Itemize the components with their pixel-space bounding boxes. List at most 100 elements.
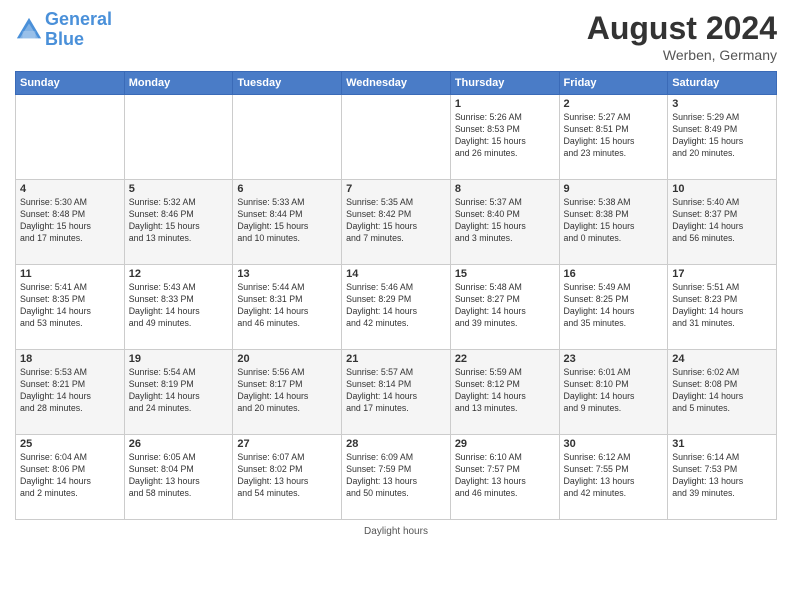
day-header-thursday: Thursday: [450, 72, 559, 95]
day-cell: 28 Sunrise: 6:09 AM Sunset: 7:59 PM Dayli…: [342, 435, 451, 520]
day-cell: 29 Sunrise: 6:10 AM Sunset: 7:57 PM Dayli…: [450, 435, 559, 520]
day-cell: 23 Sunrise: 6:01 AM Sunset: 8:10 PM Dayli…: [559, 350, 668, 435]
page: General Blue August 2024 Werben, Germany…: [0, 0, 792, 612]
day-header-monday: Monday: [124, 72, 233, 95]
day-number: 12: [129, 268, 229, 280]
day-info: Sunrise: 5:32 AM Sunset: 8:46 PM Dayligh…: [129, 197, 229, 245]
day-number: 29: [455, 438, 555, 450]
day-info: Sunrise: 5:48 AM Sunset: 8:27 PM Dayligh…: [455, 282, 555, 330]
day-number: 18: [20, 353, 120, 365]
day-info: Sunrise: 5:51 AM Sunset: 8:23 PM Dayligh…: [672, 282, 772, 330]
day-cell: 1 Sunrise: 5:26 AM Sunset: 8:53 PM Daylig…: [450, 95, 559, 180]
location: Werben, Germany: [587, 47, 777, 63]
day-info: Sunrise: 5:57 AM Sunset: 8:14 PM Dayligh…: [346, 367, 446, 415]
day-info: Sunrise: 6:01 AM Sunset: 8:10 PM Dayligh…: [564, 367, 664, 415]
day-number: 14: [346, 268, 446, 280]
logo-blue: Blue: [45, 29, 84, 49]
day-number: 16: [564, 268, 664, 280]
day-info: Sunrise: 5:38 AM Sunset: 8:38 PM Dayligh…: [564, 197, 664, 245]
day-info: Sunrise: 5:49 AM Sunset: 8:25 PM Dayligh…: [564, 282, 664, 330]
logo-general: General: [45, 9, 112, 29]
day-cell: [342, 95, 451, 180]
day-info: Sunrise: 5:26 AM Sunset: 8:53 PM Dayligh…: [455, 112, 555, 160]
footer: Daylight hours: [15, 526, 777, 537]
day-info: Sunrise: 5:43 AM Sunset: 8:33 PM Dayligh…: [129, 282, 229, 330]
day-number: 23: [564, 353, 664, 365]
day-cell: 15 Sunrise: 5:48 AM Sunset: 8:27 PM Dayli…: [450, 265, 559, 350]
logo-icon: [15, 16, 43, 44]
day-cell: [16, 95, 125, 180]
day-cell: 19 Sunrise: 5:54 AM Sunset: 8:19 PM Dayli…: [124, 350, 233, 435]
day-header-wednesday: Wednesday: [342, 72, 451, 95]
day-number: 19: [129, 353, 229, 365]
day-header-tuesday: Tuesday: [233, 72, 342, 95]
week-row-5: 25 Sunrise: 6:04 AM Sunset: 8:06 PM Dayli…: [16, 435, 777, 520]
day-cell: 27 Sunrise: 6:07 AM Sunset: 8:02 PM Dayli…: [233, 435, 342, 520]
day-info: Sunrise: 6:12 AM Sunset: 7:55 PM Dayligh…: [564, 452, 664, 500]
day-number: 4: [20, 183, 120, 195]
week-row-1: 1 Sunrise: 5:26 AM Sunset: 8:53 PM Daylig…: [16, 95, 777, 180]
header: General Blue August 2024 Werben, Germany: [15, 10, 777, 63]
day-info: Sunrise: 6:02 AM Sunset: 8:08 PM Dayligh…: [672, 367, 772, 415]
day-cell: 17Sunrise: 5:51 AM Sunset: 8:23 PM Dayli…: [668, 265, 777, 350]
day-info: Sunrise: 5:27 AM Sunset: 8:51 PM Dayligh…: [564, 112, 664, 160]
day-number: 11: [20, 268, 120, 280]
day-number: 27: [237, 438, 337, 450]
day-info: Sunrise: 5:46 AM Sunset: 8:29 PM Dayligh…: [346, 282, 446, 330]
day-number: 26: [129, 438, 229, 450]
day-cell: 7 Sunrise: 5:35 AM Sunset: 8:42 PM Daylig…: [342, 180, 451, 265]
day-info: Sunrise: 5:56 AM Sunset: 8:17 PM Dayligh…: [237, 367, 337, 415]
day-number: 30: [564, 438, 664, 450]
daylight-label: Daylight hours: [364, 526, 428, 537]
day-info: Sunrise: 5:30 AM Sunset: 8:48 PM Dayligh…: [20, 197, 120, 245]
logo-text: General Blue: [45, 10, 112, 50]
day-cell: 4 Sunrise: 5:30 AM Sunset: 8:48 PM Daylig…: [16, 180, 125, 265]
day-info: Sunrise: 6:04 AM Sunset: 8:06 PM Dayligh…: [20, 452, 120, 500]
day-number: 2: [564, 98, 664, 110]
day-header-saturday: Saturday: [668, 72, 777, 95]
day-number: 22: [455, 353, 555, 365]
day-info: Sunrise: 6:09 AM Sunset: 7:59 PM Dayligh…: [346, 452, 446, 500]
day-cell: 31Sunrise: 6:14 AM Sunset: 7:53 PM Dayli…: [668, 435, 777, 520]
day-number: 3: [672, 98, 772, 110]
day-number: 6: [237, 183, 337, 195]
day-cell: 12 Sunrise: 5:43 AM Sunset: 8:33 PM Dayli…: [124, 265, 233, 350]
day-number: 13: [237, 268, 337, 280]
day-cell: 11Sunrise: 5:41 AM Sunset: 8:35 PM Dayli…: [16, 265, 125, 350]
day-number: 1: [455, 98, 555, 110]
day-info: Sunrise: 5:54 AM Sunset: 8:19 PM Dayligh…: [129, 367, 229, 415]
day-number: 28: [346, 438, 446, 450]
day-info: Sunrise: 6:05 AM Sunset: 8:04 PM Dayligh…: [129, 452, 229, 500]
day-number: 21: [346, 353, 446, 365]
day-cell: 20Sunrise: 5:56 AM Sunset: 8:17 PM Dayli…: [233, 350, 342, 435]
day-info: Sunrise: 5:44 AM Sunset: 8:31 PM Dayligh…: [237, 282, 337, 330]
day-cell: 10 Sunrise: 5:40 AM Sunset: 8:37 PM Dayli…: [668, 180, 777, 265]
day-info: Sunrise: 5:59 AM Sunset: 8:12 PM Dayligh…: [455, 367, 555, 415]
day-number: 5: [129, 183, 229, 195]
day-info: Sunrise: 6:10 AM Sunset: 7:57 PM Dayligh…: [455, 452, 555, 500]
day-cell: 18Sunrise: 5:53 AM Sunset: 8:21 PM Dayli…: [16, 350, 125, 435]
day-info: Sunrise: 5:33 AM Sunset: 8:44 PM Dayligh…: [237, 197, 337, 245]
day-cell: 6 Sunrise: 5:33 AM Sunset: 8:44 PM Daylig…: [233, 180, 342, 265]
day-number: 9: [564, 183, 664, 195]
day-number: 15: [455, 268, 555, 280]
week-row-2: 4 Sunrise: 5:30 AM Sunset: 8:48 PM Daylig…: [16, 180, 777, 265]
day-info: Sunrise: 5:40 AM Sunset: 8:37 PM Dayligh…: [672, 197, 772, 245]
day-cell: 13 Sunrise: 5:44 AM Sunset: 8:31 PM Dayli…: [233, 265, 342, 350]
month-year: August 2024: [587, 10, 777, 47]
calendar-header-row: SundayMondayTuesdayWednesdayThursdayFrid…: [16, 72, 777, 95]
day-cell: 5 Sunrise: 5:32 AM Sunset: 8:46 PM Daylig…: [124, 180, 233, 265]
day-number: 7: [346, 183, 446, 195]
week-row-3: 11Sunrise: 5:41 AM Sunset: 8:35 PM Dayli…: [16, 265, 777, 350]
day-number: 10: [672, 183, 772, 195]
title-block: August 2024 Werben, Germany: [587, 10, 777, 63]
day-cell: 9 Sunrise: 5:38 AM Sunset: 8:38 PM Daylig…: [559, 180, 668, 265]
day-number: 25: [20, 438, 120, 450]
day-cell: [233, 95, 342, 180]
day-info: Sunrise: 6:14 AM Sunset: 7:53 PM Dayligh…: [672, 452, 772, 500]
day-cell: 3Sunrise: 5:29 AM Sunset: 8:49 PM Daylig…: [668, 95, 777, 180]
day-info: Sunrise: 5:35 AM Sunset: 8:42 PM Dayligh…: [346, 197, 446, 245]
day-cell: [124, 95, 233, 180]
day-info: Sunrise: 6:07 AM Sunset: 8:02 PM Dayligh…: [237, 452, 337, 500]
day-number: 24: [672, 353, 772, 365]
